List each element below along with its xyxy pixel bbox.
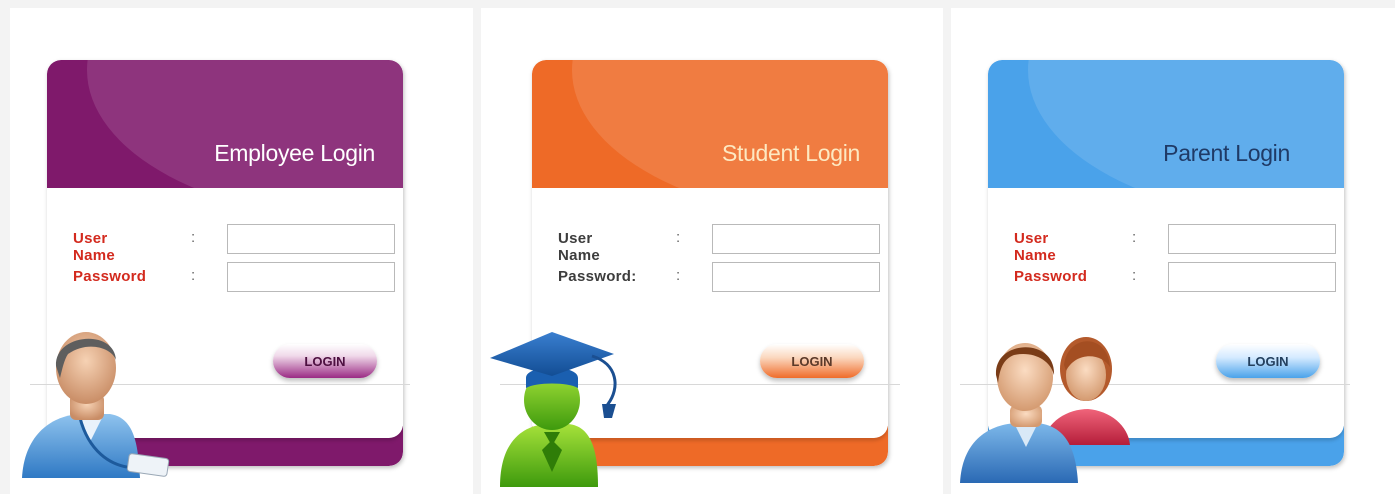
password-input[interactable] bbox=[712, 262, 880, 292]
username-input[interactable] bbox=[712, 224, 880, 254]
password-input[interactable] bbox=[1168, 262, 1336, 292]
card-header: Parent Login bbox=[988, 60, 1344, 188]
header-gloss bbox=[87, 60, 403, 188]
username-input[interactable] bbox=[1168, 224, 1336, 254]
employee-avatar-icon bbox=[22, 332, 170, 478]
login-button[interactable]: LOGIN bbox=[273, 344, 377, 378]
password-colon: : bbox=[676, 267, 681, 284]
username-label: User Name bbox=[558, 230, 601, 264]
password-label: Password bbox=[73, 268, 147, 285]
card-header: Employee Login bbox=[47, 60, 403, 188]
username-input[interactable] bbox=[227, 224, 395, 254]
header-gloss bbox=[1028, 60, 1344, 188]
username-colon: : bbox=[676, 229, 681, 246]
header-gloss bbox=[572, 60, 888, 188]
card-title: Parent Login bbox=[1163, 140, 1290, 166]
username-label: User Name bbox=[1014, 230, 1057, 264]
username-label: User Name bbox=[73, 230, 116, 264]
password-colon: : bbox=[191, 267, 196, 284]
username-colon: : bbox=[1132, 229, 1137, 246]
username-colon: : bbox=[191, 229, 196, 246]
login-button[interactable]: LOGIN bbox=[1216, 344, 1320, 378]
password-label: Password: bbox=[558, 268, 637, 285]
card-title: Student Login bbox=[721, 140, 860, 166]
login-button[interactable]: LOGIN bbox=[760, 344, 864, 378]
password-input[interactable] bbox=[227, 262, 395, 292]
graduate-avatar-icon bbox=[490, 332, 617, 487]
card-header: Student Login bbox=[532, 60, 888, 188]
password-label: Password bbox=[1014, 268, 1088, 285]
parents-avatar-icon bbox=[960, 337, 1130, 483]
card-title: Employee Login bbox=[214, 140, 375, 166]
password-colon: : bbox=[1132, 267, 1137, 284]
